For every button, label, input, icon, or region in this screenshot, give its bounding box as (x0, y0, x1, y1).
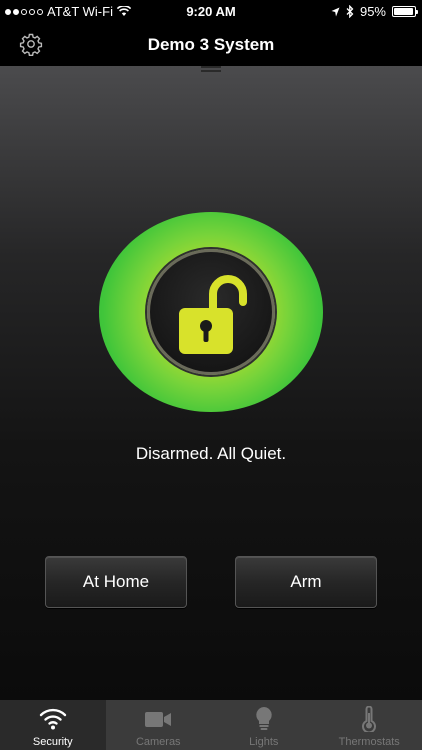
navigation-bar: Demo 3 System (0, 24, 422, 66)
status-right: 95% (331, 4, 418, 19)
tab-lights[interactable]: Lights (211, 700, 317, 750)
security-status-indicator[interactable] (99, 212, 323, 412)
thermometer-icon (362, 706, 377, 732)
status-bar: AT&T Wi-Fi 9:20 AM 95% (0, 0, 422, 24)
drag-handle[interactable] (201, 66, 221, 72)
tab-thermostats[interactable]: Thermostats (317, 700, 422, 750)
arm-button[interactable]: Arm (235, 556, 377, 608)
location-arrow-icon (331, 7, 340, 16)
tab-cameras[interactable]: Cameras (106, 700, 212, 750)
wifi-signal-icon (39, 708, 66, 730)
lock-button[interactable] (147, 249, 275, 375)
tab-bar: Security Cameras Lights Thermostats (0, 700, 422, 750)
bluetooth-icon (346, 5, 354, 18)
tab-label: Lights (249, 736, 279, 748)
app-screen: AT&T Wi-Fi 9:20 AM 95% Demo 3 System Dis… (0, 0, 422, 750)
at-home-button[interactable]: At Home (45, 556, 187, 608)
light-bulb-icon (256, 707, 272, 730)
security-panel: Disarmed. All Quiet. At Home Arm (0, 66, 422, 700)
tab-label: Security (32, 736, 73, 748)
battery-icon (392, 6, 418, 17)
unlocked-padlock-icon (179, 275, 247, 354)
battery-percent: 95% (359, 4, 386, 19)
tab-security[interactable]: Security (0, 700, 106, 750)
tab-label: Thermostats (338, 736, 400, 748)
video-camera-icon (145, 712, 172, 727)
page-title: Demo 3 System (147, 35, 275, 54)
security-status-text: Disarmed. All Quiet. (135, 444, 287, 463)
tab-label: Cameras (135, 736, 181, 748)
